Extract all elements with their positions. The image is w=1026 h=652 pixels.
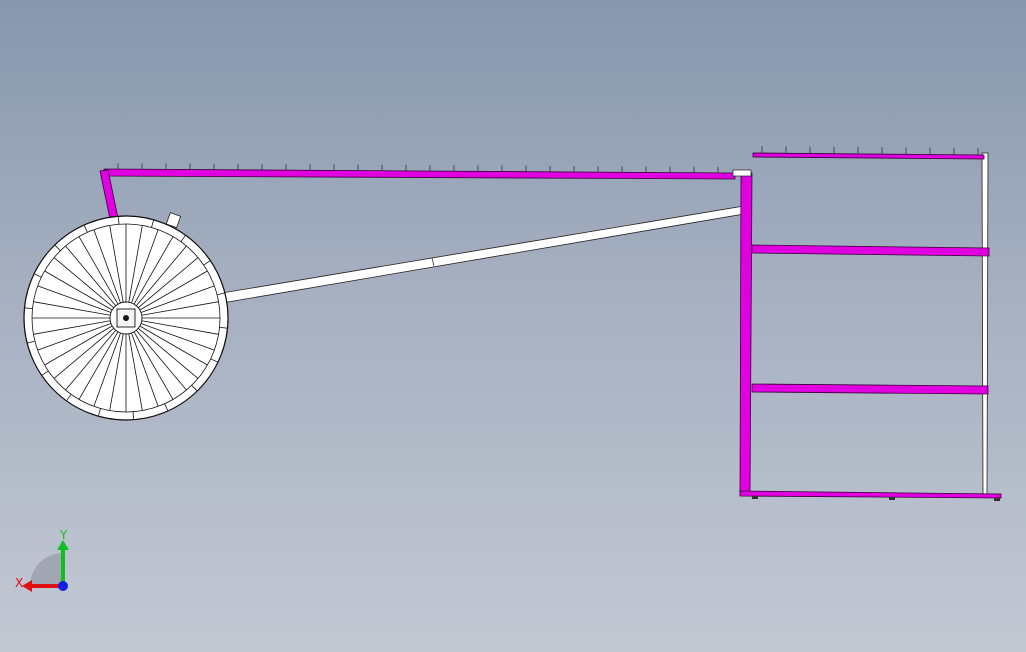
cad-viewport[interactable]: X Y	[0, 0, 1026, 652]
foot-middle	[889, 497, 895, 500]
right-frame-upright[interactable]	[981, 152, 989, 495]
right-frame-post[interactable]	[739, 172, 753, 495]
axis-triad: X Y	[15, 528, 69, 592]
left-strut[interactable]	[99, 169, 119, 220]
model-view[interactable]	[0, 0, 1026, 652]
x-axis-arrow	[22, 580, 32, 592]
y-axis-label: Y	[59, 528, 68, 542]
foot-right	[994, 498, 1000, 501]
shelf-upper[interactable]	[751, 244, 990, 257]
shelf-lower[interactable]	[751, 383, 989, 395]
top-rail-beam[interactable]	[103, 168, 736, 180]
shelf-bottom[interactable]	[739, 490, 1002, 499]
support-arm[interactable]	[221, 205, 745, 304]
foot-left	[752, 496, 758, 499]
x-axis-label: X	[15, 576, 23, 590]
wheel[interactable]	[23, 215, 229, 421]
top-connector[interactable]	[732, 169, 752, 177]
right-frame[interactable]	[732, 146, 1002, 501]
triad-plane	[30, 553, 63, 586]
shelf-top[interactable]	[752, 152, 985, 160]
z-axis-dot	[58, 581, 68, 591]
